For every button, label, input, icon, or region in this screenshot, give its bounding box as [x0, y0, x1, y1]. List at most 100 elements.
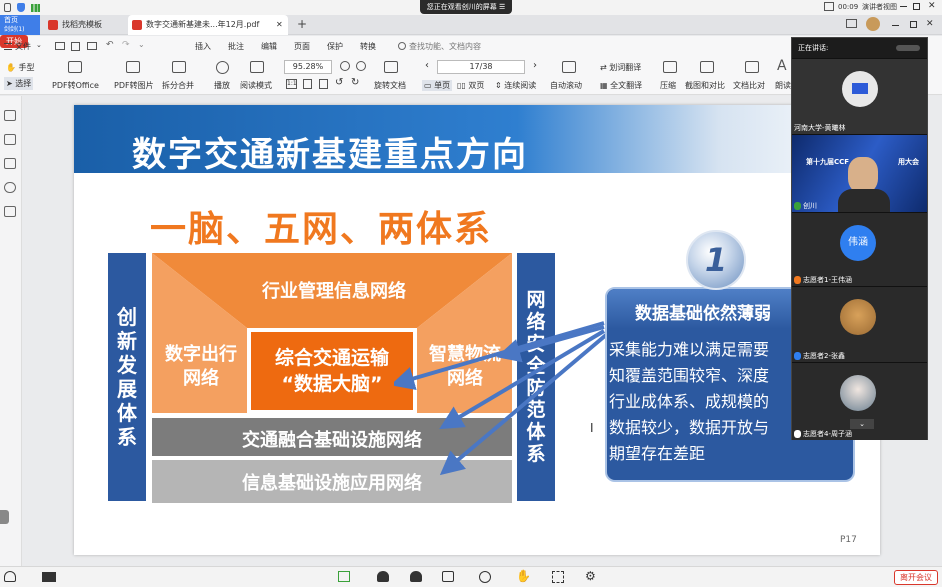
hand-tool[interactable]: ✋ 手型 [6, 62, 35, 73]
save-icon[interactable] [71, 42, 80, 51]
fit-width-icon[interactable] [319, 79, 328, 89]
chat-icon[interactable] [442, 571, 454, 582]
maximize-icon[interactable] [913, 3, 920, 10]
double-page-button[interactable]: ▯▯ 双页 [457, 80, 484, 91]
menu-page[interactable]: 页面 [294, 41, 310, 52]
leave-meeting-button[interactable]: 离开会议 [894, 570, 938, 585]
menu-annotate[interactable]: 批注 [228, 41, 244, 52]
camera-off-icon[interactable] [42, 572, 56, 582]
apps-icon[interactable] [552, 571, 564, 583]
zoom-input[interactable]: 95.28% [284, 60, 332, 74]
raise-hand-icon[interactable]: ✋ [516, 569, 531, 583]
single-page-button[interactable]: ▭ 单页 [422, 80, 453, 91]
menu-protect[interactable]: 保护 [327, 41, 343, 52]
column-char: 体 [117, 401, 137, 425]
bookmark-icon[interactable] [4, 110, 16, 121]
more-icon[interactable]: ⌄ [138, 40, 145, 49]
continuous-button[interactable]: ⇕ 连续阅读 [495, 80, 536, 91]
pdf-to-office-button[interactable]: PDF转Office [52, 80, 99, 91]
screen-share-notice[interactable]: 您正在观看创川的屏幕 ☰ [420, 0, 512, 14]
print-icon[interactable] [87, 42, 97, 50]
participant-tile[interactable]: 志愿者2-张鑫 [792, 286, 927, 362]
attachment-icon[interactable] [4, 182, 16, 193]
rotate-right-icon[interactable]: ↻ [351, 77, 359, 88]
new-tab-icon[interactable]: + [297, 17, 307, 31]
participants-icon[interactable] [377, 571, 389, 582]
menu-convert[interactable]: 转换 [360, 41, 376, 52]
prev-page-icon[interactable]: ‹ [425, 60, 429, 71]
zoom-out-icon[interactable] [340, 61, 350, 71]
menu-file[interactable]: 文件 [15, 41, 31, 52]
signature-icon[interactable] [4, 206, 16, 217]
actual-size-icon[interactable]: 1:1 [286, 79, 297, 89]
scroll-down-icon[interactable]: ⌄ [850, 419, 874, 429]
open-icon[interactable] [55, 42, 65, 50]
tab-pdf[interactable]: 数字交通新基建未...年12月.pdf ✕ [128, 15, 288, 35]
tab-close-icon[interactable]: ✕ [276, 15, 283, 35]
participant-tile[interactable]: 伟涵 志愿者1-王伟涵 [792, 212, 927, 286]
menu-edit[interactable]: 编辑 [261, 41, 277, 52]
search-icon[interactable] [398, 42, 406, 50]
undo-icon[interactable]: ↶ [106, 40, 114, 50]
page-input[interactable]: 17/38 [437, 60, 525, 74]
arrows [394, 321, 608, 476]
participant-tile[interactable]: 河南大学-黄曦林 [792, 58, 927, 134]
headset-icon[interactable] [4, 571, 16, 582]
close-icon[interactable]: ✕ [928, 1, 936, 11]
single-page-label: 单页 [434, 81, 451, 90]
read-aloud-button[interactable]: 朗读 [775, 80, 791, 91]
participant-tile[interactable]: ⌄ 志愿者4-周子涵 [792, 362, 927, 440]
play-button[interactable]: 播放 [214, 80, 230, 91]
win-minimize-icon[interactable] [892, 25, 899, 26]
play-icon [216, 61, 229, 74]
comment-icon[interactable] [4, 158, 16, 169]
next-page-icon[interactable]: › [533, 60, 537, 71]
win-restore-icon[interactable] [910, 21, 917, 28]
screenshot-button[interactable]: 截图和对比 [685, 80, 725, 91]
participant-tile-active[interactable]: 第十九届CCF 用大会 创川 [792, 134, 927, 213]
pdf-to-image-button[interactable]: PDF转图片 [114, 80, 154, 91]
rotate-doc-button[interactable]: 旋转文档 [374, 80, 406, 91]
settings-icon[interactable]: ⚙ [585, 569, 596, 583]
hamburger-icon[interactable] [4, 43, 12, 50]
search-input[interactable]: 查找功能、文档内容 [409, 41, 481, 52]
column-char: 系 [117, 425, 137, 449]
zoom-in-icon[interactable] [356, 61, 366, 71]
translate-word-button[interactable]: ⇄ 划词翻译 [600, 62, 641, 73]
avatar[interactable] [866, 17, 880, 31]
compare-button[interactable]: 文档比对 [733, 80, 765, 91]
thumbnail-icon[interactable] [4, 134, 16, 145]
translate-all-button[interactable]: ▦ 全文翻译 [600, 80, 642, 91]
grid-icon[interactable] [824, 2, 834, 11]
manage-icon[interactable] [410, 571, 422, 582]
presenter-face [848, 157, 878, 193]
pdf-page: 数字交通新基建重点方向 一脑、五网、两体系 创新发展体系 网络安全防范体系 行业… [74, 105, 880, 555]
share-screen-icon[interactable] [338, 571, 350, 582]
redo-icon[interactable]: ↷ [122, 40, 130, 50]
compress-button[interactable]: 压缩 [660, 80, 676, 91]
fit-page-icon[interactable] [303, 79, 312, 89]
tab-home[interactable]: 首页 剑剑(1) [0, 15, 40, 35]
presenter-view-button[interactable]: 演讲者视图 [862, 2, 897, 12]
panel-options-icon[interactable] [896, 45, 920, 51]
minimize-icon[interactable] [900, 6, 907, 7]
menu-insert[interactable]: 插入 [195, 41, 211, 52]
auto-scroll-button[interactable]: 自动滚动 [550, 80, 582, 91]
double-page-label: 双页 [468, 81, 485, 90]
split-merge-button[interactable]: 拆分合并 [162, 80, 194, 91]
meeting-panel[interactable]: 正在讲话: 河南大学-黄曦林 第十九届CCF 用大会 创川 伟涵 志愿者1-王伟… [791, 37, 928, 440]
column-char: 展 [117, 377, 137, 401]
read-mode-button[interactable]: 阅读模式 [240, 80, 272, 91]
select-tool[interactable]: ➤ 选择 [4, 77, 34, 90]
tab-list-icon[interactable] [846, 19, 857, 28]
participant-name-text: 志愿者1-王伟涵 [803, 276, 852, 284]
tab-template[interactable]: 找稻壳模板 [44, 15, 126, 35]
participant-name-text: 创川 [803, 202, 817, 210]
dog-avatar [840, 299, 876, 335]
panel-toggle-icon[interactable] [0, 510, 9, 524]
chevron-down-icon[interactable]: ⌄ [36, 41, 42, 49]
continuous-label: 连续阅读 [504, 81, 537, 90]
rotate-left-icon[interactable]: ↺ [335, 77, 343, 88]
win-close-icon[interactable]: ✕ [926, 19, 934, 29]
record-icon[interactable] [479, 571, 491, 583]
